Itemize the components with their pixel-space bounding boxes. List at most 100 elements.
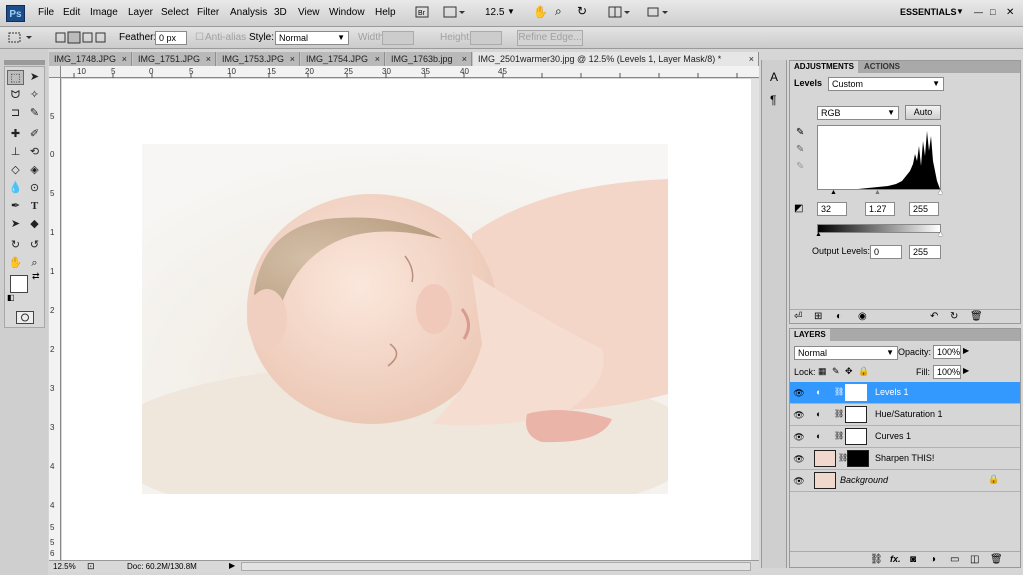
zoom-tool-icon[interactable]: ⌕ bbox=[26, 256, 43, 271]
visibility-icon[interactable]: ◉ bbox=[858, 311, 867, 322]
return-to-list-icon[interactable]: ⏎ bbox=[794, 311, 802, 322]
reset-icon[interactable]: ↻ bbox=[950, 311, 958, 322]
shape-tool-icon[interactable]: ◆ bbox=[26, 217, 43, 232]
output-white-field[interactable]: 255 bbox=[909, 245, 941, 259]
levels-preset-select[interactable]: Custom ▼ bbox=[828, 77, 944, 91]
visibility-eye-icon[interactable]: 👁 bbox=[793, 475, 805, 487]
hand-tool-icon[interactable]: ✋ bbox=[533, 5, 548, 19]
delete-layer-icon[interactable]: 🗑 bbox=[990, 554, 1003, 565]
bridge-button[interactable]: Br bbox=[413, 5, 431, 22]
workspace-switcher[interactable]: ESSENTIALS bbox=[900, 7, 957, 17]
path-selection-tool-icon[interactable]: ➤ bbox=[7, 217, 24, 232]
tab-img-1754[interactable]: IMG_1754.JPG × bbox=[301, 52, 385, 66]
auto-button[interactable]: Auto bbox=[905, 105, 941, 120]
lock-all-icon[interactable]: 🔒 bbox=[858, 366, 869, 377]
menu-help[interactable]: Help bbox=[375, 7, 396, 18]
arrange-documents-button[interactable] bbox=[606, 5, 632, 22]
tab-img-1748[interactable]: IMG_1748.JPG × bbox=[49, 52, 132, 66]
add-mask-icon[interactable]: ◙ bbox=[910, 554, 916, 565]
quick-mask-button[interactable] bbox=[16, 311, 34, 324]
blur-tool-icon[interactable]: 💧 bbox=[7, 181, 24, 196]
3d-orbit-tool-icon[interactable]: ↺ bbox=[26, 238, 43, 253]
lasso-tool-icon[interactable]: ᗢ bbox=[7, 88, 24, 103]
layer-row-hue-saturation-1[interactable]: 👁 ◐ ⛓ Hue/Saturation 1 bbox=[790, 404, 1020, 426]
input-white-field[interactable]: 255 bbox=[909, 202, 939, 216]
channel-select[interactable]: RGB ▼ bbox=[817, 106, 899, 120]
visibility-eye-icon[interactable]: 👁 bbox=[793, 387, 805, 399]
close-icon[interactable]: × bbox=[206, 52, 211, 66]
clip-to-layer-icon[interactable]: ◐ bbox=[836, 311, 842, 322]
dodge-tool-icon[interactable]: ⊙ bbox=[26, 181, 43, 196]
layer-row-background[interactable]: 👁 Background 🔒 bbox=[790, 470, 1020, 492]
selection-mode-buttons[interactable] bbox=[55, 31, 107, 45]
new-adjustment-icon[interactable]: ◑ bbox=[930, 554, 936, 565]
menu-3d[interactable]: 3D bbox=[274, 7, 287, 18]
zoom-level-select[interactable]: 12.5 bbox=[485, 7, 504, 18]
expand-view-icon[interactable]: ⊞ bbox=[814, 311, 822, 322]
marquee-tool-icon[interactable]: ⬚ bbox=[7, 70, 24, 85]
new-layer-icon[interactable]: ◫ bbox=[970, 554, 979, 565]
baby-photo[interactable] bbox=[142, 144, 668, 494]
canvas-horizontal-scrollbar[interactable] bbox=[241, 562, 751, 571]
paint-bucket-tool-icon[interactable]: ◈ bbox=[26, 163, 43, 178]
menu-analysis[interactable]: Analysis bbox=[230, 7, 267, 18]
magic-wand-tool-icon[interactable]: ✧ bbox=[26, 88, 43, 103]
history-brush-tool-icon[interactable]: ⟲ bbox=[26, 145, 43, 160]
new-group-icon[interactable]: ▭ bbox=[950, 554, 959, 565]
blend-mode-select[interactable]: Normal ▼ bbox=[794, 346, 898, 360]
input-black-field[interactable]: 32 bbox=[817, 202, 847, 216]
black-point-eyedropper-icon[interactable]: ✎ bbox=[796, 127, 804, 138]
default-colors-icon[interactable]: ◧ bbox=[7, 293, 15, 302]
layer-mask-thumbnail[interactable] bbox=[845, 384, 867, 401]
menu-filter[interactable]: Filter bbox=[197, 7, 219, 18]
visibility-eye-icon[interactable]: 👁 bbox=[793, 431, 805, 443]
menu-file[interactable]: File bbox=[38, 7, 54, 18]
opacity-slider-arrow-icon[interactable]: ▶ bbox=[963, 346, 969, 355]
chain-link-icon[interactable]: ⛓ bbox=[834, 409, 844, 418]
character-panel-icon[interactable]: A bbox=[770, 70, 778, 84]
link-layers-icon[interactable]: ⛓ bbox=[870, 554, 883, 565]
output-white-slider[interactable]: ▲ bbox=[937, 231, 944, 238]
tab-img-1751[interactable]: IMG_1751.JPG × bbox=[133, 52, 216, 66]
input-white-slider[interactable]: ▲ bbox=[937, 189, 944, 196]
chain-link-icon[interactable]: ⛓ bbox=[834, 431, 844, 440]
close-icon[interactable]: × bbox=[462, 52, 467, 66]
layer-thumbnail[interactable] bbox=[814, 450, 836, 467]
hand-tool-icon[interactable]: ✋ bbox=[7, 256, 24, 271]
lock-transparent-icon[interactable]: ▦ bbox=[818, 366, 827, 377]
menu-edit[interactable]: Edit bbox=[63, 7, 80, 18]
minimize-icon[interactable]: — bbox=[974, 7, 983, 17]
zoom-percentage[interactable]: 12.5% bbox=[53, 562, 76, 571]
tab-layers[interactable]: LAYERS bbox=[790, 329, 830, 341]
healing-brush-tool-icon[interactable]: ✚ bbox=[7, 127, 24, 142]
close-icon[interactable]: × bbox=[375, 52, 380, 66]
lock-pixels-icon[interactable]: ✎ bbox=[832, 366, 840, 377]
menu-view[interactable]: View bbox=[298, 7, 320, 18]
layer-thumbnail[interactable] bbox=[814, 472, 836, 489]
menu-image[interactable]: Image bbox=[90, 7, 118, 18]
clipping-display-icon[interactable]: ◩ bbox=[794, 203, 803, 214]
status-info-icon[interactable]: ⊡ bbox=[87, 561, 95, 572]
opacity-input[interactable]: 100% bbox=[933, 345, 961, 359]
type-tool-icon[interactable]: T bbox=[26, 199, 43, 214]
canvas-vertical-scrollbar[interactable] bbox=[751, 79, 759, 560]
input-gamma-field[interactable]: 1.27 bbox=[865, 202, 895, 216]
layer-mask-thumbnail[interactable] bbox=[845, 428, 867, 445]
rotate-view-icon[interactable]: ↻ bbox=[577, 4, 587, 18]
previous-state-icon[interactable]: ↶ bbox=[930, 311, 938, 322]
pen-tool-icon[interactable]: ✒ bbox=[7, 199, 24, 214]
visibility-eye-icon[interactable]: 👁 bbox=[793, 453, 805, 465]
status-menu-arrow-icon[interactable]: ▶ bbox=[229, 561, 235, 570]
tool-preset-picker[interactable] bbox=[6, 31, 36, 45]
tab-img-1753[interactable]: IMG_1753.JPG × bbox=[217, 52, 300, 66]
menu-window[interactable]: Window bbox=[329, 7, 365, 18]
gray-point-eyedropper-icon[interactable]: ✎ bbox=[796, 144, 804, 155]
tab-adjustments[interactable]: ADJUSTMENTS bbox=[790, 61, 859, 73]
antialias-checkbox[interactable]: ☐ bbox=[195, 32, 204, 43]
paragraph-panel-icon[interactable]: ¶ bbox=[770, 93, 776, 107]
menu-layer[interactable]: Layer bbox=[128, 7, 153, 18]
layer-style-icon[interactable]: fx. bbox=[890, 554, 901, 564]
input-gamma-slider[interactable]: ▲ bbox=[874, 189, 881, 196]
input-black-slider[interactable]: ▲ bbox=[830, 189, 837, 196]
swap-colors-icon[interactable]: ⇄ bbox=[32, 271, 40, 282]
